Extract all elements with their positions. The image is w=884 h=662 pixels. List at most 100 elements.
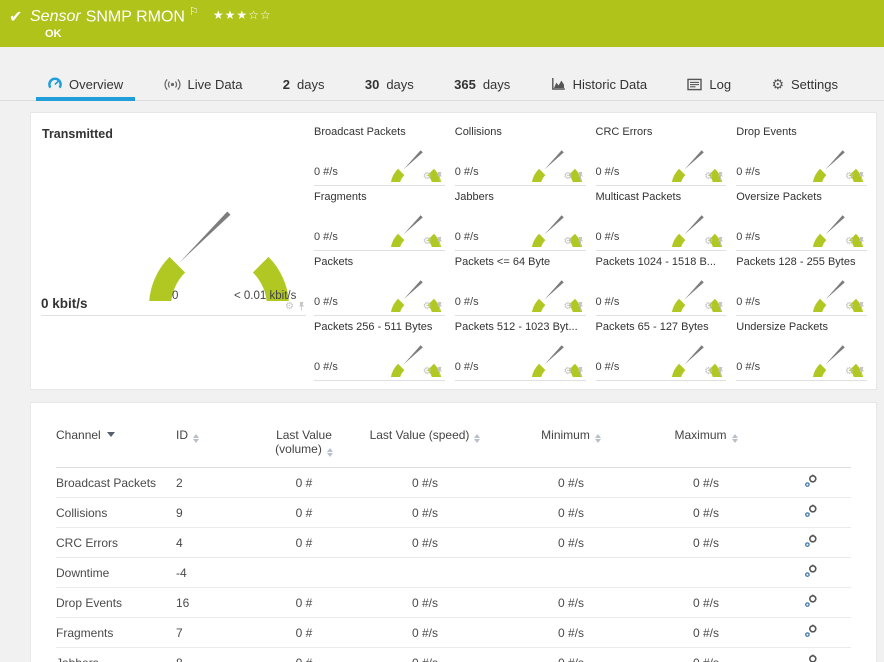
pin-icon[interactable] (435, 302, 444, 312)
priority-stars-empty: ☆☆ (248, 8, 272, 23)
column-header-id[interactable]: ID (176, 424, 258, 468)
cell-last-value-volume: 0 # (258, 527, 350, 558)
sort-icon (193, 434, 199, 443)
gear-icon[interactable]: ⚙ (564, 237, 573, 247)
gear-icon[interactable]: ⚙ (704, 172, 713, 182)
pin-icon[interactable] (576, 237, 585, 247)
channel-settings-icon[interactable] (804, 474, 818, 488)
table-row: CRC Errors 4 0 # 0 #/s 0 #/s 0 #/s (56, 527, 851, 558)
cell-last-value-volume: 0 # (258, 647, 350, 662)
check-icon: ✔ (9, 9, 23, 26)
channel-table: Channel ID Last Value (volume) Last Valu… (56, 424, 851, 662)
tab-label: days (297, 76, 325, 92)
tab-label: Settings (791, 76, 838, 92)
gauge-tile-value: 0 #/s (736, 166, 761, 178)
gear-icon[interactable]: ⚙ (845, 172, 854, 182)
pin-icon[interactable] (716, 302, 725, 312)
tab-settings[interactable]: ⚙ Settings (769, 68, 840, 100)
gauge-tile-value: 0 #/s (314, 296, 338, 308)
gauge-tile-value: 0 #/s (314, 361, 338, 373)
column-header-last-value-volume[interactable]: Last Value (volume) (258, 424, 350, 468)
tab-bar: Overview Live Data 2 days 30 days 365 da… (0, 68, 884, 101)
channel-settings-icon[interactable] (804, 654, 818, 662)
tab-365-days[interactable]: 365 days (452, 68, 512, 100)
main-gauge-value: 0 kbit/s (41, 296, 88, 311)
gauges-panel: Transmitted 0 < 0.01 kbit/s 0 kbit/s ⚙ B… (30, 112, 877, 390)
gear-icon[interactable]: ⚙ (423, 172, 432, 182)
gear-icon[interactable]: ⚙ (285, 302, 294, 312)
gauge-tile: Packets 256 - 511 Bytes 0 #/s ⚙ (314, 316, 445, 381)
gear-icon[interactable]: ⚙ (564, 367, 573, 377)
status-banner: ✔ Sensor SNMP RMON ⚐ ★★★☆☆ OK (0, 0, 884, 47)
tab-label: Log (709, 76, 732, 92)
gauge-tile-value: 0 #/s (595, 361, 620, 373)
gear-icon[interactable]: ⚙ (564, 302, 573, 312)
tab-log[interactable]: Log (685, 68, 733, 100)
channel-settings-icon[interactable] (804, 504, 818, 518)
cell-last-value-speed: 0 #/s (350, 647, 500, 662)
gauge-tile-value: 0 #/s (454, 296, 479, 308)
cell-maximum: 0 #/s (642, 527, 770, 558)
gear-icon[interactable]: ⚙ (564, 172, 573, 182)
sort-icon (326, 448, 333, 457)
tab-30-days[interactable]: 30 days (363, 68, 416, 100)
column-header-last-value-speed[interactable]: Last Value (speed) (350, 424, 500, 468)
cell-channel: Collisions (56, 497, 176, 528)
pin-icon[interactable] (297, 302, 306, 312)
sensor-page: ✔ Sensor SNMP RMON ⚐ ★★★☆☆ OK Overview Live… (0, 0, 884, 662)
pin-icon[interactable] (857, 237, 866, 247)
gear-icon[interactable]: ⚙ (845, 237, 854, 247)
channel-settings-icon[interactable] (804, 534, 818, 548)
cell-id: 2 (176, 467, 258, 498)
pin-icon[interactable] (435, 237, 444, 247)
cell-maximum: 0 #/s (642, 467, 770, 498)
channel-settings-icon[interactable] (804, 594, 818, 608)
pin-icon[interactable] (716, 237, 725, 247)
table-row: Jabbers 8 0 # 0 #/s 0 #/s 0 #/s (56, 647, 851, 662)
cell-last-value-volume: 0 # (258, 467, 350, 498)
gauge-scale-min: 0 (172, 290, 179, 302)
gauge-tile: Broadcast Packets 0 #/s ⚙ (314, 121, 445, 186)
gear-icon[interactable]: ⚙ (704, 367, 713, 377)
gear-icon[interactable]: ⚙ (423, 367, 432, 377)
pin-icon[interactable] (716, 367, 725, 377)
pin-icon[interactable] (857, 367, 866, 377)
cell-channel: CRC Errors (56, 527, 176, 558)
divider (41, 315, 306, 316)
pin-icon[interactable] (435, 172, 444, 182)
gear-icon[interactable]: ⚙ (704, 237, 713, 247)
sort-icon (731, 434, 738, 443)
gauge-tile-value: 0 #/s (736, 231, 761, 243)
tab-overview[interactable]: Overview (35, 68, 136, 101)
gear-icon[interactable]: ⚙ (423, 237, 432, 247)
column-header-minimum[interactable]: Minimum (500, 424, 642, 468)
tab-2-days[interactable]: 2 days (281, 68, 327, 100)
gear-icon[interactable]: ⚙ (423, 302, 432, 312)
cell-last-value-volume (258, 557, 350, 588)
pin-icon[interactable] (576, 302, 585, 312)
priority-stars[interactable]: ★★★☆☆ (213, 8, 272, 22)
pin-icon[interactable] (857, 302, 866, 312)
tab-live-data[interactable]: Live Data (162, 68, 245, 100)
gauge-tile: Packets 1024 - 1518 B... 0 #/s ⚙ (595, 251, 727, 316)
cell-maximum: 0 #/s (642, 587, 770, 618)
cell-maximum: 0 #/s (642, 647, 770, 662)
gear-icon[interactable]: ⚙ (704, 302, 713, 312)
tab-number: 30 (364, 76, 380, 92)
pin-icon[interactable] (576, 172, 585, 182)
tab-historic-data[interactable]: Historic Data (549, 68, 649, 100)
flag-icon[interactable]: ⚐ (189, 6, 199, 18)
column-label: ID (176, 428, 188, 442)
pin-icon[interactable] (435, 367, 444, 377)
column-header-channel[interactable]: Channel (56, 424, 176, 468)
channel-settings-icon[interactable] (804, 564, 818, 578)
gear-icon[interactable]: ⚙ (845, 367, 854, 377)
cell-minimum: 0 #/s (500, 617, 642, 648)
cell-last-value-speed (350, 557, 500, 588)
pin-icon[interactable] (576, 367, 585, 377)
pin-icon[interactable] (857, 172, 866, 182)
channel-settings-icon[interactable] (804, 624, 818, 638)
pin-icon[interactable] (716, 172, 725, 182)
column-header-maximum[interactable]: Maximum (642, 424, 770, 468)
gear-icon[interactable]: ⚙ (845, 302, 854, 312)
